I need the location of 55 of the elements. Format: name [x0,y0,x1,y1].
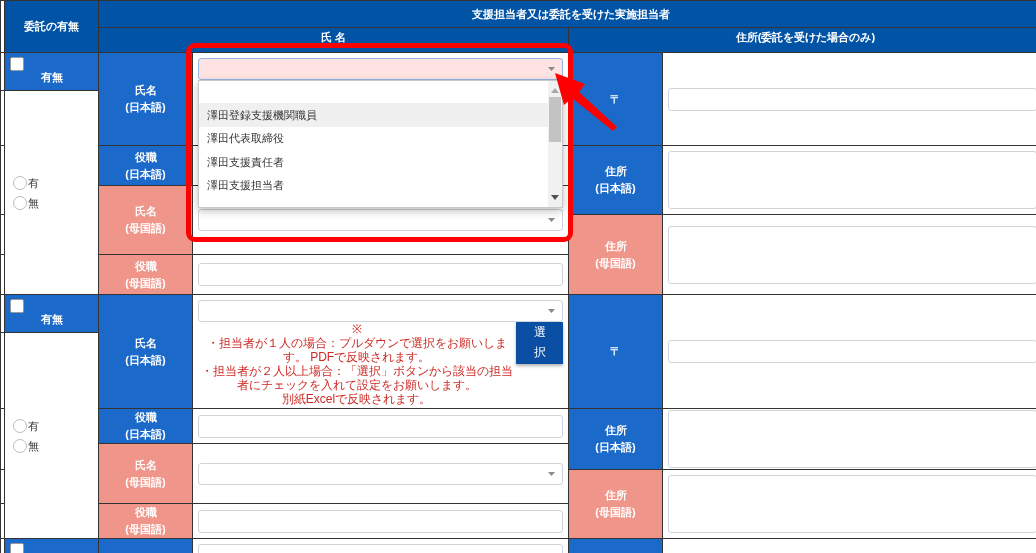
checkbox-label: 有無 [40,312,63,326]
text-input[interactable] [198,263,563,286]
scrollbar-track[interactable] [548,81,562,207]
radio-button[interactable] [13,418,27,433]
text-input[interactable] [198,414,563,438]
pointer-arrow [552,70,618,132]
checkbox[interactable] [10,57,24,71]
text-input[interactable] [198,509,563,533]
radio-button[interactable] [13,438,27,453]
dropdown-option[interactable]: 澤田登録支援機関職員 [199,103,548,127]
radio-label: 無 [28,195,39,210]
radio-label: 有 [28,175,39,190]
field-label: 住所 (母国語) [568,469,663,539]
caret-down-icon [551,195,559,200]
caret-down-icon [548,471,555,476]
checkbox[interactable] [10,299,24,313]
column-header: 住所(委託を受けた場合のみ) [568,27,1036,53]
field-label: 氏名 (日本語) [98,294,193,409]
field-label: 役職 (母国語) [98,503,193,539]
text-input[interactable] [668,340,1036,363]
caret-down-icon [548,218,555,222]
field-label: 役職 (日本語) [98,408,193,444]
note-text: ・担当者が１人の場合：プルダウンで選択をお願いします。 PDFで反映されます。 [205,336,508,364]
caret-down-icon [548,309,555,313]
radio-button[interactable] [13,195,27,210]
select-field[interactable] [198,462,563,485]
select-field[interactable] [198,300,563,322]
field-label: 氏名 (母国語) [98,185,193,255]
select-field[interactable] [198,58,563,80]
checkbox-label: 有無 [40,70,63,84]
text-area[interactable] [668,151,1036,209]
select-field[interactable] [198,209,563,231]
caret-up-icon [551,88,559,93]
checkbox[interactable] [10,543,24,553]
field-label: 氏名 (母国語) [98,443,193,504]
text-area[interactable] [668,410,1036,468]
field-label: 住所 (母国語) [568,214,663,295]
column-header: 支援担当者又は委託を受けた実施担当者 [98,0,1036,28]
column-header: 委託の有無 [4,0,99,53]
note-text: ※ [350,322,363,336]
text-area[interactable] [668,475,1036,533]
radio-label: 無 [28,438,39,453]
caret-down-icon [548,67,555,71]
scrollbar-thumb[interactable] [549,97,561,142]
field-label: 氏名 (日本語) [98,52,193,146]
note-text: 別紙Excelで反映されます。 [280,392,433,406]
radio-label: 有 [28,418,39,433]
text-area[interactable] [668,225,1036,284]
field-label: 役職 (母国語) [98,254,193,295]
text-input[interactable] [668,87,1036,111]
radio-button[interactable] [13,175,27,190]
field-label: 〒 [568,294,663,409]
field-label: 住所 (日本語) [568,408,663,470]
note-text: ・担当者が２人以上場合：「選択」ボタンから該当の担当者にチェックを入れて設定をお願いします。 [199,364,514,392]
select-button[interactable]: 選択 [516,322,563,364]
